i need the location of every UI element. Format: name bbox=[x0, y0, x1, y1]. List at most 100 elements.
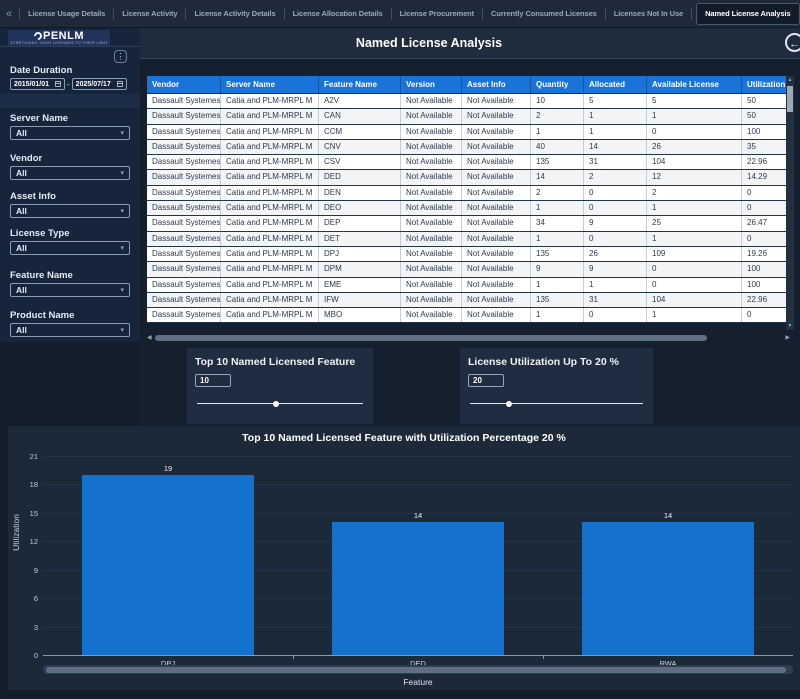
app-root: « License Usage DetailsLicense ActivityL… bbox=[0, 0, 800, 699]
calendar-icon[interactable] bbox=[117, 81, 123, 87]
select-vendor[interactable]: All▾ bbox=[10, 166, 130, 180]
cell-server-name: Catia and PLM-MRPL M bbox=[221, 216, 319, 230]
cell-version: Not Available bbox=[401, 109, 462, 123]
table-row[interactable]: Dassault SystemesCatia and PLM-MRPL MDEP… bbox=[147, 216, 793, 231]
tab-license-activity-details[interactable]: License Activity Details bbox=[187, 0, 282, 28]
cell-version: Not Available bbox=[401, 247, 462, 261]
table-row[interactable]: Dassault SystemesCatia and PLM-MRPL MMBO… bbox=[147, 308, 793, 323]
column-header-asset-info[interactable]: Asset Info bbox=[462, 76, 531, 93]
table-row[interactable]: Dassault SystemesCatia and PLM-MRPL MDPM… bbox=[147, 262, 793, 277]
control-input-license-utilization-up-to-20[interactable] bbox=[468, 374, 504, 387]
tab-currently-consumed-licenses[interactable]: Currently Consumed Licenses bbox=[484, 0, 604, 28]
cell-asset-info: Not Available bbox=[462, 94, 531, 108]
filter-label-asset-info: Asset Info bbox=[10, 191, 56, 202]
cell-asset-info: Not Available bbox=[462, 278, 531, 292]
cell-asset-info: Not Available bbox=[462, 140, 531, 154]
tab-list: License Usage DetailsLicense ActivityLic… bbox=[18, 0, 800, 28]
cell-allocated: 0 bbox=[584, 308, 647, 322]
cell-server-name: Catia and PLM-MRPL M bbox=[221, 293, 319, 307]
table-row[interactable]: Dassault SystemesCatia and PLM-MRPL MA2V… bbox=[147, 94, 793, 109]
scroll-up-icon[interactable]: ▲ bbox=[786, 77, 794, 83]
table-row[interactable]: Dassault SystemesCatia and PLM-MRPL MCNV… bbox=[147, 140, 793, 155]
bar-dpj[interactable] bbox=[82, 475, 254, 655]
tab-divider bbox=[605, 8, 606, 20]
horizontal-scroll-thumb[interactable] bbox=[155, 335, 707, 341]
cell-allocated: 14 bbox=[584, 140, 647, 154]
cell-feature-name: DPM bbox=[319, 262, 401, 276]
gridline bbox=[43, 655, 793, 656]
y-tick-label: 15 bbox=[8, 509, 38, 518]
y-tick-label: 18 bbox=[8, 480, 38, 489]
back-button[interactable]: ← bbox=[785, 33, 800, 52]
scroll-right-arrow-icon[interactable]: ▶ bbox=[785, 333, 790, 343]
cell-version: Not Available bbox=[401, 125, 462, 139]
cell-feature-name: CNV bbox=[319, 140, 401, 154]
table-row[interactable]: Dassault SystemesCatia and PLM-MRPL MIFW… bbox=[147, 293, 793, 308]
table-row[interactable]: Dassault SystemesCatia and PLM-MRPL MDPJ… bbox=[147, 247, 793, 262]
calendar-icon[interactable] bbox=[55, 81, 61, 87]
chart-horizontal-scrollbar[interactable] bbox=[43, 665, 793, 674]
table-row[interactable]: Dassault SystemesCatia and PLM-MRPL MDEO… bbox=[147, 201, 793, 216]
scroll-left-arrow-icon[interactable]: ◀ bbox=[147, 333, 152, 343]
select-product-name[interactable]: All▾ bbox=[10, 323, 130, 337]
table-row[interactable]: Dassault SystemesCatia and PLM-MRPL MDET… bbox=[147, 232, 793, 247]
tab-license-procurement[interactable]: License Procurement bbox=[393, 0, 481, 28]
cell-asset-info: Not Available bbox=[462, 170, 531, 184]
scroll-down-icon[interactable]: ▼ bbox=[786, 323, 794, 329]
table-row[interactable]: Dassault SystemesCatia and PLM-MRPL MCAN… bbox=[147, 109, 793, 124]
chart-scroll-thumb[interactable] bbox=[46, 667, 786, 673]
bar-ded[interactable] bbox=[332, 522, 504, 655]
column-header-allocated[interactable]: Allocated bbox=[584, 76, 647, 93]
table-header-row: VendorServer NameFeature NameVersionAsse… bbox=[147, 76, 793, 94]
date-to-input[interactable]: 2025/07/17 bbox=[72, 78, 127, 90]
select-asset-info[interactable]: All▾ bbox=[10, 204, 130, 218]
tab-divider bbox=[19, 8, 20, 20]
tab-license-allocation-details[interactable]: License Allocation Details bbox=[286, 0, 390, 28]
control-panel-license-utilization-up-to-20: License Utilization Up To 20 % bbox=[460, 348, 653, 424]
tabs-scroll-left-icon[interactable]: « bbox=[0, 8, 18, 20]
column-header-available-license[interactable]: Available License bbox=[647, 76, 742, 93]
cell-vendor: Dassault Systemes bbox=[147, 170, 221, 184]
tab-license-activity[interactable]: License Activity bbox=[115, 0, 184, 28]
date-from-input[interactable]: 2015/01/01 bbox=[10, 78, 65, 90]
bar-rwa[interactable] bbox=[582, 522, 754, 655]
cell-server-name: Catia and PLM-MRPL M bbox=[221, 155, 319, 169]
column-header-vendor[interactable]: Vendor bbox=[147, 76, 221, 93]
cell-vendor: Dassault Systemes bbox=[147, 278, 221, 292]
column-header-quantity[interactable]: Quantity bbox=[531, 76, 584, 93]
control-input-top-10-named-licensed-feature[interactable] bbox=[195, 374, 231, 387]
table-row[interactable]: Dassault SystemesCatia and PLM-MRPL MCSV… bbox=[147, 155, 793, 170]
cell-quantity: 1 bbox=[531, 201, 584, 215]
column-header-version[interactable]: Version bbox=[401, 76, 462, 93]
slider-thumb[interactable] bbox=[506, 401, 512, 407]
cell-quantity: 10 bbox=[531, 94, 584, 108]
slider-top-10-named-licensed-feature[interactable] bbox=[197, 400, 363, 408]
cell-server-name: Catia and PLM-MRPL M bbox=[221, 109, 319, 123]
sidebar: PENLM STRETCHING YOUR LICENSES TO THEIR … bbox=[0, 28, 140, 342]
slider-license-utilization-up-to-20[interactable] bbox=[470, 400, 643, 408]
table-vertical-scrollbar[interactable]: ▲ ▼ bbox=[786, 76, 794, 330]
selected-value: All bbox=[16, 168, 27, 178]
vertical-scroll-thumb[interactable] bbox=[787, 86, 793, 112]
table-row[interactable]: Dassault SystemesCatia and PLM-MRPL MEME… bbox=[147, 278, 793, 293]
bar-value-label: 19 bbox=[82, 464, 254, 473]
cell-feature-name: DEP bbox=[319, 216, 401, 230]
tab-licenses-not-in-use[interactable]: Licenses Not In Use bbox=[607, 0, 690, 28]
table-row[interactable]: Dassault SystemesCatia and PLM-MRPL MDEN… bbox=[147, 186, 793, 201]
cell-asset-info: Not Available bbox=[462, 155, 531, 169]
column-header-server-name[interactable]: Server Name bbox=[221, 76, 319, 93]
select-server-name[interactable]: All▾ bbox=[10, 126, 130, 140]
cell-quantity: 135 bbox=[531, 293, 584, 307]
select-license-type[interactable]: All▾ bbox=[10, 241, 130, 255]
tab-license-usage-details[interactable]: License Usage Details bbox=[21, 0, 112, 28]
slider-thumb[interactable] bbox=[273, 401, 279, 407]
select-feature-name[interactable]: All▾ bbox=[10, 283, 130, 297]
table-row[interactable]: Dassault SystemesCatia and PLM-MRPL MDED… bbox=[147, 170, 793, 185]
tab-named-license-analysis[interactable]: Named License Analysis bbox=[696, 3, 799, 25]
table-row[interactable]: Dassault SystemesCatia and PLM-MRPL MCCM… bbox=[147, 125, 793, 140]
table-horizontal-scrollbar[interactable]: ◀ ▶ bbox=[147, 333, 790, 343]
column-header-feature-name[interactable]: Feature Name bbox=[319, 76, 401, 93]
cell-vendor: Dassault Systemes bbox=[147, 308, 221, 322]
chevron-down-icon: ▾ bbox=[120, 129, 124, 137]
cell-quantity: 40 bbox=[531, 140, 584, 154]
